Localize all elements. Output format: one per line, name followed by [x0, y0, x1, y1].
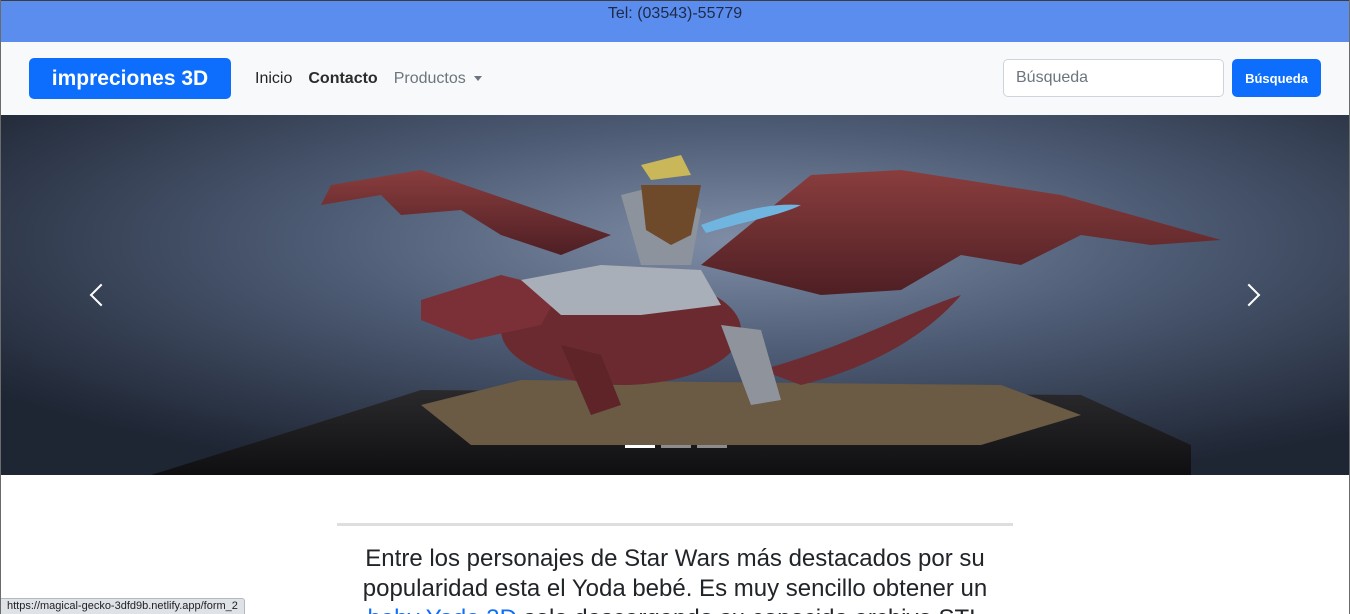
carousel-prev-button[interactable]	[41, 115, 161, 475]
carousel-indicator-3[interactable]	[697, 445, 727, 448]
phone-bar: Tel: (03543)-55779	[1, 0, 1349, 42]
phone-number: Tel: (03543)-55779	[607, 5, 743, 22]
carousel-indicator-1[interactable]	[625, 445, 655, 448]
search-button[interactable]: Búsqueda	[1232, 59, 1321, 97]
navbar: impreciones 3D Inicio Contacto Productos…	[1, 42, 1349, 115]
nav-dropdown-label: Productos	[393, 69, 466, 87]
page: Tel: (03543)-55779 impreciones 3D Inicio…	[0, 0, 1350, 614]
search-input[interactable]	[1003, 59, 1224, 97]
nav-dropdown-productos[interactable]: Productos	[394, 70, 482, 88]
nav-link-contacto[interactable]: Contacto	[308, 70, 377, 88]
carousel-indicators	[625, 445, 733, 448]
carousel-indicator-2[interactable]	[661, 445, 691, 448]
chevron-left-icon	[89, 283, 113, 307]
nav-link-inicio[interactable]: Inicio	[255, 70, 292, 88]
nav-links: Inicio Contacto Productos	[255, 70, 498, 88]
carousel-next-button[interactable]	[1189, 115, 1309, 475]
article-text: Entre los personajes de Star Wars más de…	[337, 523, 1013, 614]
carousel-image	[1, 115, 1349, 475]
chevron-right-icon	[1237, 283, 1261, 307]
search-form: Búsqueda	[1003, 59, 1321, 97]
article-link[interactable]: baby Yoda 3D	[367, 605, 516, 614]
article-text-after: solo descargando su conocido archivo STL	[517, 605, 983, 614]
brand-logo[interactable]: impreciones 3D	[29, 58, 231, 99]
article-text-before: Entre los personajes de Star Wars más de…	[362, 545, 988, 602]
carousel	[1, 115, 1349, 475]
status-bar-url: https://magical-gecko-3dfd9b.netlify.app…	[1, 598, 245, 614]
caret-down-icon	[473, 76, 482, 81]
